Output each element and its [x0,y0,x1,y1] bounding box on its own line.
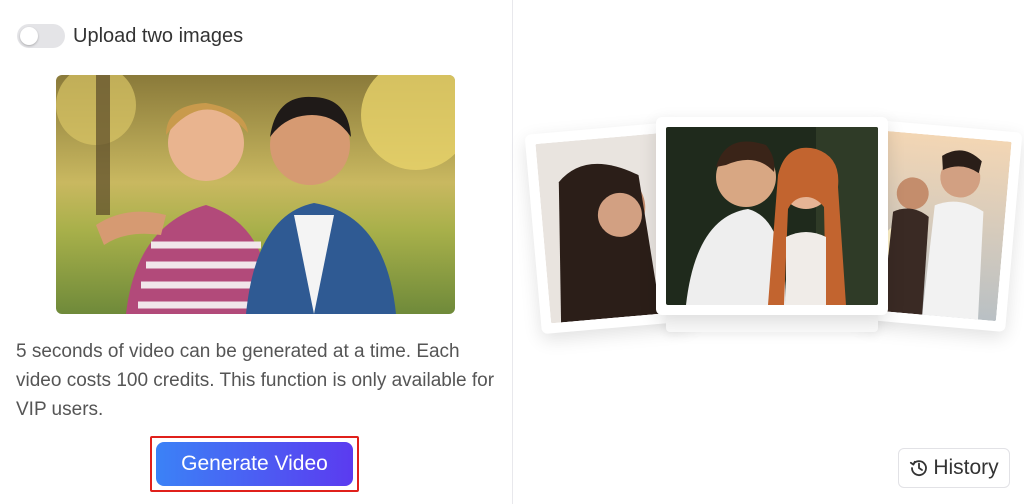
toggle-knob [20,27,38,45]
upload-two-images-row: Upload two images [17,24,243,48]
history-button[interactable]: History [898,448,1010,488]
history-label: History [933,456,999,479]
description-text: 5 seconds of video can be generated at a… [16,341,495,420]
uploaded-image-graphic [56,75,455,314]
upload-two-images-toggle[interactable] [17,24,65,48]
sample-card-center [656,117,888,315]
sample-photo-right [870,130,1012,322]
card-stack-shadow [666,312,878,332]
toggle-label: Upload two images [73,24,244,47]
uploaded-image[interactable] [56,75,455,314]
left-panel: Upload two images 5 seconds of video can… [0,0,512,504]
sample-photo-center [666,127,878,305]
generate-video-button[interactable]: Generate Video [156,442,353,486]
history-icon [910,460,928,476]
generate-video-highlight: Generate Video [150,436,359,492]
